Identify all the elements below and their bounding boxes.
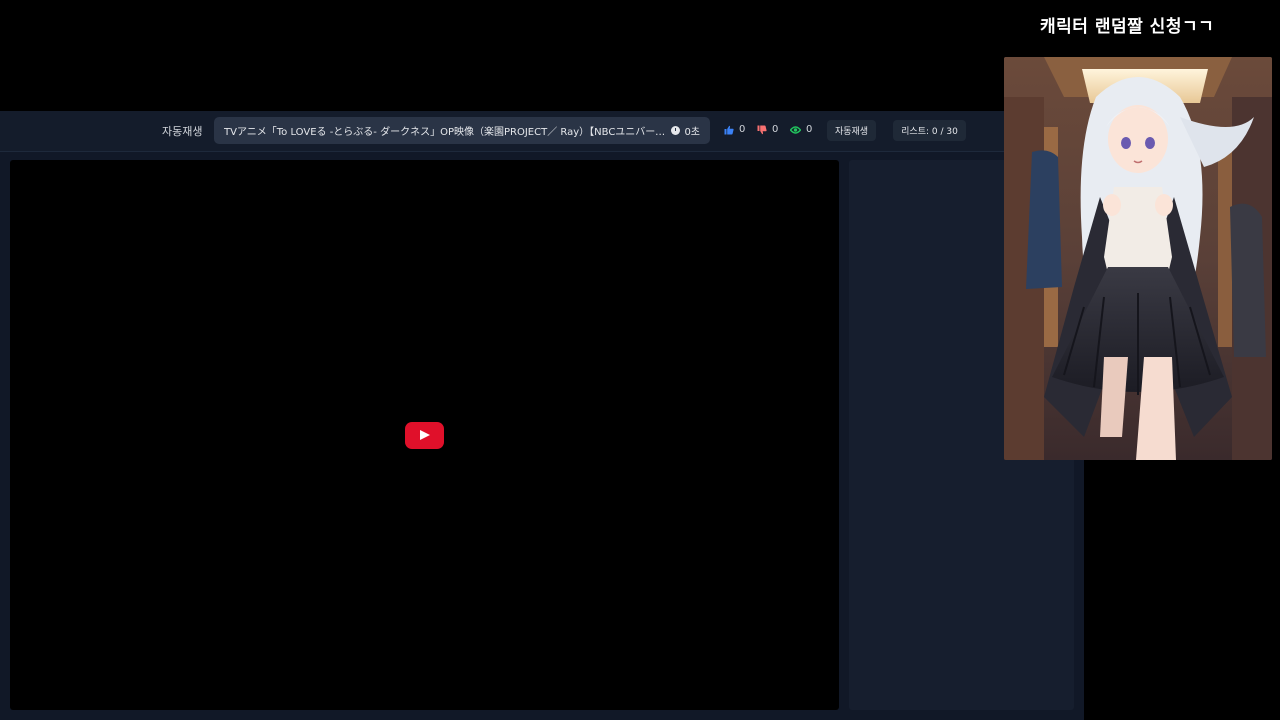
character-image bbox=[1004, 57, 1272, 460]
anime-character-illustration bbox=[1004, 57, 1272, 460]
like-button[interactable]: 0 bbox=[724, 124, 745, 135]
eye-icon bbox=[790, 125, 801, 134]
autoplay-label: 자동재생 bbox=[162, 125, 203, 138]
music-player-app: 자동재생 TVアニメ「To LOVEる -とらぶる- ダークネス」OP映像（楽園… bbox=[0, 111, 1084, 720]
thumbs-up-icon bbox=[724, 125, 734, 134]
now-playing-bar[interactable]: TVアニメ「To LOVEる -とらぶる- ダークネス」OP映像（楽園PROJE… bbox=[214, 117, 710, 144]
player-toolbar: 자동재생 TVアニメ「To LOVEる -とらぶる- ダークネス」OP映像（楽園… bbox=[0, 111, 1084, 152]
view-counter: 0 bbox=[790, 124, 812, 135]
elapsed-time: 0초 bbox=[684, 127, 700, 138]
autoplay-toggle-button[interactable]: 자동재생 bbox=[827, 120, 876, 141]
now-playing-title: TVアニメ「To LOVEる -とらぶる- ダークネス」OP映像（楽園PROJE… bbox=[224, 127, 666, 138]
view-count: 0 bbox=[806, 124, 813, 135]
thumbs-down-icon bbox=[757, 125, 767, 134]
overlay-title: 캐릭터 랜덤짤 신청ㄱㄱ bbox=[1040, 17, 1215, 37]
clock-icon bbox=[671, 126, 681, 135]
stream-overlay-page: 캐릭터 랜덤짤 신청ㄱㄱ 자동재생 TVアニメ「To LOVEる -とらぶる- … bbox=[0, 0, 1280, 720]
video-player[interactable] bbox=[10, 160, 839, 710]
like-count: 0 bbox=[739, 124, 746, 135]
list-counter[interactable]: 리스트: 0 / 30 bbox=[893, 120, 966, 141]
youtube-play-icon[interactable] bbox=[405, 422, 444, 449]
dislike-button[interactable]: 0 bbox=[757, 124, 778, 135]
now-playing-time: 0초 bbox=[671, 123, 700, 138]
dislike-count: 0 bbox=[772, 124, 779, 135]
